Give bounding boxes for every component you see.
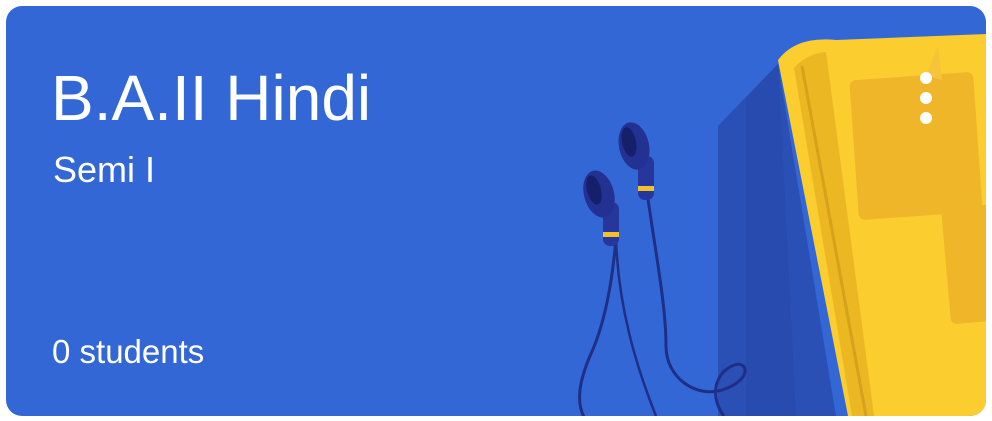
- class-card[interactable]: B.A.II Hindi Semi I 0 students: [6, 6, 986, 416]
- earbud-left: [583, 170, 619, 246]
- class-section: Semi I: [53, 149, 156, 190]
- student-count: 0 students: [52, 333, 205, 370]
- class-title[interactable]: B.A.II Hindi: [51, 62, 371, 134]
- earbud-right: [618, 122, 654, 200]
- earphone-cable-left: [578, 237, 618, 416]
- more-options-button[interactable]: [898, 60, 954, 136]
- more-vert-icon: [920, 72, 932, 124]
